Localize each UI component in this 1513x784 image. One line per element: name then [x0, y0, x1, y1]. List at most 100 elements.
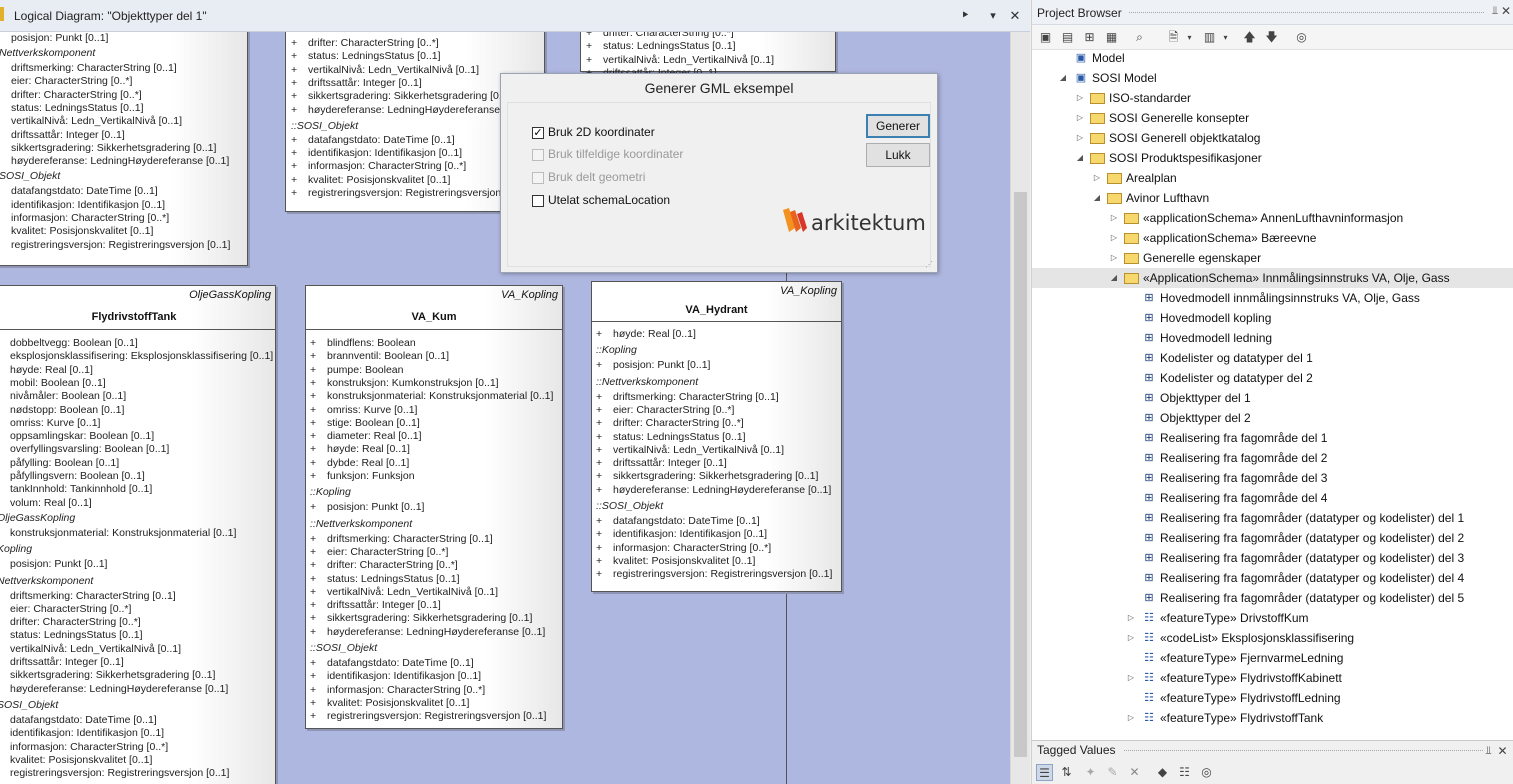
tree-item[interactable]: ⊞ Kodelister og datatyper del 1 [1032, 348, 1513, 368]
tree-item[interactable]: ◢ «ApplicationSchema» Innmålingsinnstruks… [1032, 268, 1513, 288]
document-icon[interactable]: 🗎 [1165, 29, 1182, 46]
expanded-arrow-icon[interactable]: ◢ [1058, 68, 1068, 88]
tree-item[interactable]: ▷ ☷ «featureType» FlydrivstoffKabinett [1032, 668, 1513, 688]
close-button[interactable]: Lukk [866, 143, 930, 167]
diagram-icon: ⊞ [1144, 392, 1154, 404]
move-down-icon[interactable]: 🡇 [1263, 29, 1280, 46]
find-icon[interactable]: ⌕ [1131, 29, 1148, 46]
tree-item[interactable]: ⊞ Realisering fra fagområde del 2 [1032, 448, 1513, 468]
tree-item[interactable]: ◢ Avinor Lufthavn [1032, 188, 1513, 208]
tree-item[interactable]: ⊞ Realisering fra fagområde del 1 [1032, 428, 1513, 448]
diagram-title: Logical Diagram: "Objekttyper del 1" [14, 9, 207, 23]
tree-item[interactable]: ▷ «applicationSchema» AnnenLufthavninform… [1032, 208, 1513, 228]
checkbox-shared-geometry[interactable] [532, 172, 544, 184]
publish-icon[interactable]: ▥ [1201, 29, 1218, 46]
expanded-arrow-icon[interactable]: ◢ [1092, 188, 1102, 208]
scrollbar-thumb[interactable] [1014, 192, 1027, 757]
diagram-vertical-scrollbar[interactable] [1010, 32, 1030, 784]
new-element-icon[interactable]: ▦ [1103, 29, 1120, 46]
close-panel-icon[interactable]: ✕ [1501, 4, 1511, 18]
group-view-icon[interactable]: ☰ [1036, 764, 1053, 781]
collapsed-arrow-icon[interactable]: ▷ [1126, 668, 1136, 688]
filter-icon[interactable]: ☷ [1176, 764, 1193, 781]
collapsed-arrow-icon[interactable]: ▷ [1126, 708, 1136, 728]
collapsed-arrow-icon[interactable]: ▷ [1109, 208, 1119, 228]
checkbox-2d-coordinates[interactable]: ✓ [532, 127, 544, 139]
new-diagram-icon[interactable]: ⊞ [1081, 29, 1098, 46]
collapsed-arrow-icon[interactable]: ▷ [1075, 128, 1085, 148]
tree-item[interactable]: ⊞ Objekttyper del 1 [1032, 388, 1513, 408]
attribute-text: høyde: Real [0..1] [327, 443, 410, 456]
tree-item[interactable]: ▷ ☷ «featureType» FlydrivstoffTank [1032, 708, 1513, 728]
checkbox-omit-schemalocation[interactable] [532, 195, 544, 207]
tagged-values-grip[interactable] [1124, 750, 1483, 751]
tree-item[interactable]: ⊞ Realisering fra fagområder (datatyper o… [1032, 588, 1513, 608]
tree-item[interactable]: ⊞ Realisering fra fagområde del 4 [1032, 488, 1513, 508]
expanded-arrow-icon[interactable]: ◢ [1075, 148, 1085, 168]
tree-item[interactable]: ⊞ Realisering fra fagområde del 3 [1032, 468, 1513, 488]
collapsed-arrow-icon[interactable]: ▷ [1075, 108, 1085, 128]
resize-grip-icon[interactable]: ⋰ [925, 260, 934, 269]
pin-icon[interactable]: ⫫ [1492, 5, 1498, 18]
tagged-values-help-icon[interactable]: ◎ [1198, 764, 1215, 781]
tree-item[interactable]: ⊞ Hovedmodell kopling [1032, 308, 1513, 328]
tag-settings-icon[interactable]: ◆ [1154, 764, 1171, 781]
tree-item-label: Hovedmodell kopling [1160, 311, 1272, 325]
checkbox-random-coordinates[interactable] [532, 149, 544, 161]
tree-item-label: «featureType» DrivstoffKum [1160, 611, 1309, 625]
tree-item[interactable]: ◢ SOSI Produktspesifikasjoner [1032, 148, 1513, 168]
publish-dropdown-icon[interactable]: ▾ [1217, 29, 1234, 46]
tree-item[interactable]: ⊞ Kodelister og datatyper del 2 [1032, 368, 1513, 388]
tree-item[interactable]: ☷ «featureType» FjernvarmeLedning [1032, 648, 1513, 668]
tree-item[interactable]: ▷ Arealplan [1032, 168, 1513, 188]
collapsed-arrow-icon[interactable]: ▷ [1109, 228, 1119, 248]
title-grip[interactable] [1129, 12, 1484, 13]
class-box-va-kum[interactable]: VA_Kopling VA_Kum + blindflens: Boolean + bra… [305, 285, 563, 729]
tree-item[interactable]: ▷ SOSI Generelle konsepter [1032, 108, 1513, 128]
tree-item[interactable]: ⊞ Realisering fra fagområder (datatyper o… [1032, 528, 1513, 548]
diagram-canvas[interactable]: posisjon: Punkt [0..1] Nettverkskomponent… [0, 32, 1010, 784]
new-model-icon[interactable]: ▣ [1037, 29, 1054, 46]
tree-item[interactable]: ▷ Generelle egenskaper [1032, 248, 1513, 268]
collapsed-arrow-icon[interactable]: ▷ [1075, 88, 1085, 108]
tree-item[interactable]: ▷ ☷ «featureType» DrivstoffKum [1032, 608, 1513, 628]
move-up-icon[interactable]: 🡅 [1241, 29, 1258, 46]
tree-item[interactable]: ▷ SOSI Generell objektkatalog [1032, 128, 1513, 148]
tree-item[interactable]: ⊞ Objekttyper del 2 [1032, 408, 1513, 428]
tree-item[interactable]: ▣ Model [1032, 48, 1513, 68]
tree-item[interactable]: ⊞ Realisering fra fagområder (datatyper o… [1032, 508, 1513, 528]
expanded-arrow-icon[interactable]: ◢ [1109, 268, 1119, 288]
class-box-top-right[interactable]: + drifter: CharacterString [0..*] + status:… [580, 32, 836, 79]
section-label: Kopling [0, 543, 33, 556]
tree-item[interactable]: ▷ «applicationSchema» Bæreevne [1032, 228, 1513, 248]
collapsed-arrow-icon[interactable]: ▷ [1092, 168, 1102, 188]
tree-item[interactable]: ⊞ Hovedmodell innmålingsinnstruks VA, Olj… [1032, 288, 1513, 308]
tree-item[interactable]: ☷ «featureType» FlydrivstoffLedning [1032, 688, 1513, 708]
tree-item[interactable]: ⊞ Realisering fra fagområder (datatyper o… [1032, 568, 1513, 588]
collapsed-arrow-icon[interactable]: ▷ [1126, 628, 1136, 648]
class-box-flydrivstofftank[interactable]: OljeGassKopling FlydrivstoffTank dobbeltve… [0, 285, 276, 784]
delete-tag-icon[interactable]: ✕ [1126, 764, 1143, 781]
tagged-values-close-icon[interactable]: ✕ [1494, 743, 1511, 760]
tree-item[interactable]: ▷ ☷ «codeList» Eksplosjonsklassifisering [1032, 628, 1513, 648]
edit-tag-icon[interactable]: ✎ [1104, 764, 1121, 781]
collapsed-arrow-icon[interactable]: ▷ [1126, 608, 1136, 628]
class-box-top-left[interactable]: posisjon: Punkt [0..1] Nettverkskomponent… [0, 32, 248, 266]
tree-item[interactable]: ⊞ Realisering fra fagområder (datatyper o… [1032, 548, 1513, 568]
help-icon[interactable]: ◎ [1293, 29, 1310, 46]
sort-icon[interactable]: ⇅ [1058, 764, 1075, 781]
class-box-va-hydrant[interactable]: VA_Kopling VA_Hydrant + høyde: Real [0..1]:… [591, 281, 842, 592]
tree-item[interactable]: ⊞ Hovedmodell ledning [1032, 328, 1513, 348]
section-label: OljeGassKopling [0, 511, 76, 524]
add-tag-icon[interactable]: ✦ [1082, 764, 1099, 781]
diagram-icon: ⊞ [1144, 312, 1154, 324]
collapse-chevron-icon[interactable]: ⯈ [957, 8, 973, 24]
close-icon[interactable]: ✕ [1007, 8, 1023, 24]
generate-button[interactable]: Generer [866, 114, 930, 138]
new-package-icon[interactable]: ▤ [1059, 29, 1076, 46]
tree-item[interactable]: ◢ ▣ SOSI Model [1032, 68, 1513, 88]
document-dropdown-icon[interactable]: ▾ [1181, 29, 1198, 46]
dropdown-icon[interactable]: ▾ [985, 8, 1001, 24]
collapsed-arrow-icon[interactable]: ▷ [1109, 248, 1119, 268]
tree-item[interactable]: ▷ ISO-standarder [1032, 88, 1513, 108]
